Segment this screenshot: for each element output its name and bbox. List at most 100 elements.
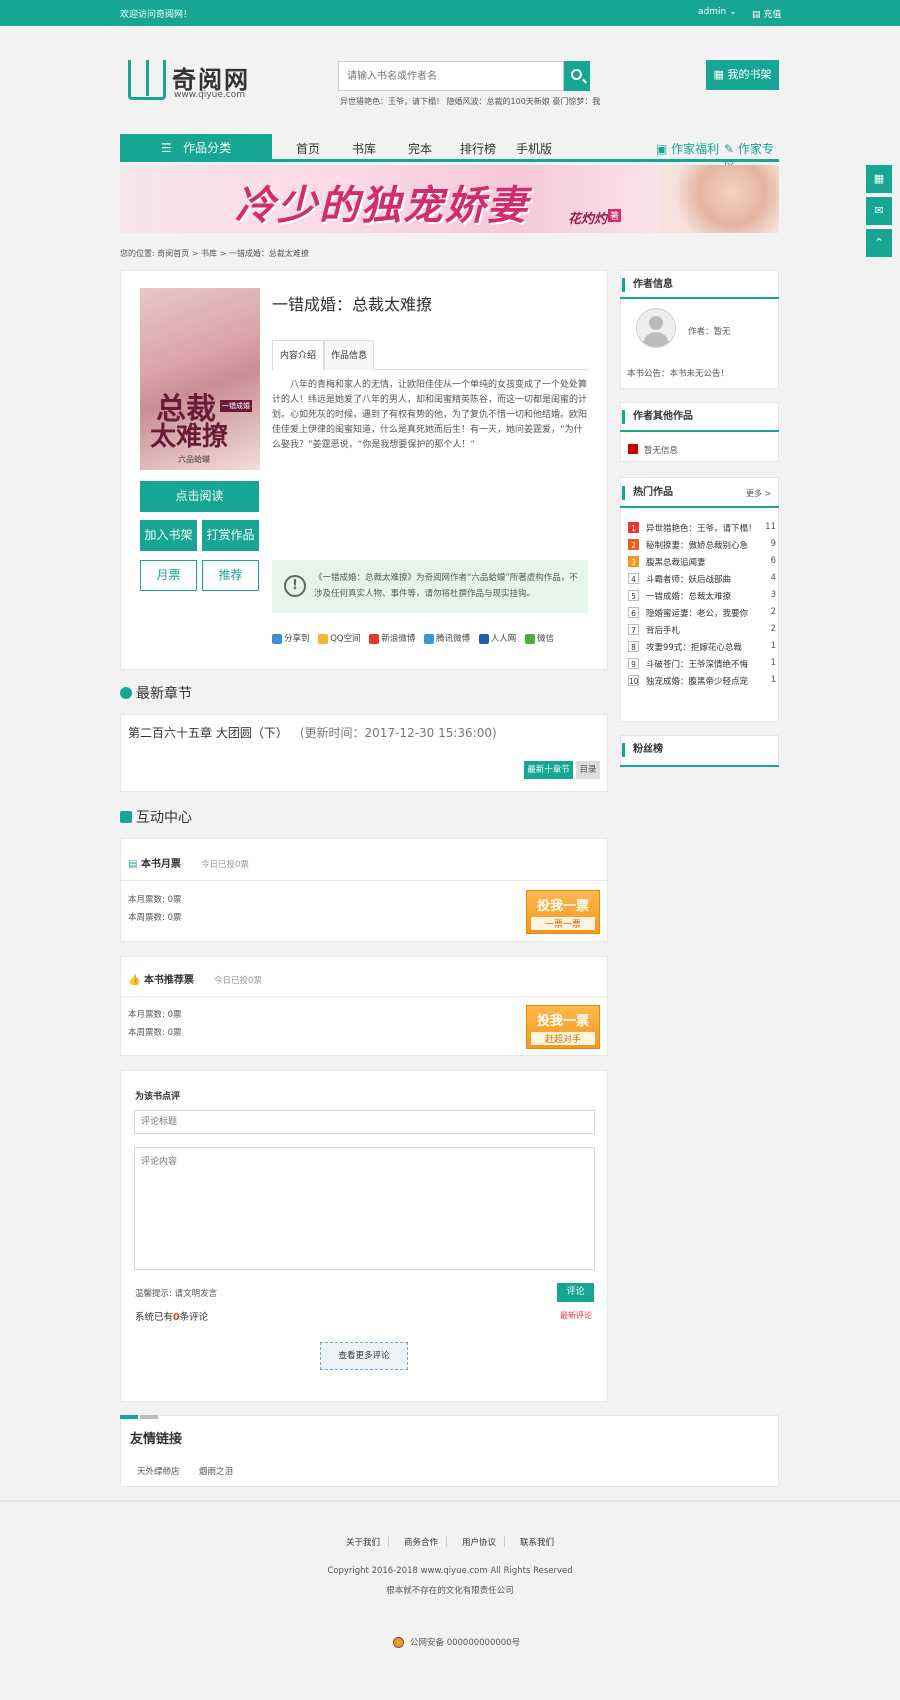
other-works-underline bbox=[620, 430, 779, 432]
shelf-icon: ▦ bbox=[713, 68, 724, 81]
hot-work-title[interactable]: 背后手札 bbox=[646, 624, 680, 636]
top-bar: 欢迎访问奇阅网！ admin ⌄ ▤ 充值 bbox=[0, 0, 900, 26]
hot-work-count: 2 bbox=[770, 607, 776, 617]
nav-ranking[interactable]: 排行榜 bbox=[460, 140, 496, 157]
notice-text: 《一错成婚：总裁太难撩》为奇阅网作者“六品蛤蟆”所著虚构作品，不涉及任何真实人物… bbox=[314, 573, 578, 599]
author-info-title: 作者信息 bbox=[622, 278, 673, 292]
comment-total: 系统已有0条评论 bbox=[135, 1312, 209, 1323]
gift-icon: ▣ bbox=[656, 142, 668, 156]
tab-info[interactable]: 作品信息 bbox=[324, 340, 374, 370]
hot-work-count: 2 bbox=[770, 624, 776, 634]
rank-number: 2 bbox=[628, 539, 639, 550]
hot-work-count: 6 bbox=[770, 556, 776, 566]
reward-button[interactable]: 打赏作品 bbox=[202, 520, 259, 551]
share-renren[interactable]: 人人网 bbox=[478, 633, 516, 644]
tab-intro[interactable]: 内容介绍 bbox=[272, 340, 324, 370]
friend-link-2[interactable]: 烟雨之泪 bbox=[199, 1465, 233, 1477]
rank-number: 7 bbox=[628, 624, 639, 635]
comment-title-input[interactable] bbox=[134, 1110, 595, 1134]
footer-sep bbox=[388, 1536, 389, 1547]
hot-search-links[interactable]: 异世猎艳色：王爷，请下榻！ 隐婚风波：总裁的100天新娘 豪门惊梦：我 bbox=[340, 96, 600, 107]
recharge-link[interactable]: ▤ 充值 bbox=[752, 7, 781, 20]
hot-work-title[interactable]: 斗霸者师：妖后战部曲 bbox=[646, 573, 731, 585]
table-of-contents-button[interactable]: 目录 bbox=[576, 761, 600, 779]
latest-comments-link[interactable]: 最新评论 bbox=[560, 1310, 592, 1321]
read-button[interactable]: 点击阅读 bbox=[140, 481, 259, 512]
hot-works-row[interactable]: 8 攻妻99式：拒嫁花心总裁 1 bbox=[628, 639, 776, 656]
more-comments-button[interactable]: 查看更多评论 bbox=[320, 1342, 408, 1370]
qrcode-float-button[interactable]: ▦ bbox=[866, 165, 892, 193]
friend-link-1[interactable]: 天外缥缈店 bbox=[137, 1465, 180, 1477]
comment-form-label: 为该书点评 bbox=[135, 1092, 181, 1102]
hot-work-title[interactable]: 斗破苍门：王爷深情绝不悔 bbox=[646, 658, 748, 670]
add-shelf-button[interactable]: 加入书架 bbox=[140, 520, 197, 551]
recommend-today: 今日已投0票 bbox=[213, 976, 262, 986]
hot-work-title[interactable]: 秘制撩妻：傲娇总裁别心急 bbox=[646, 539, 748, 551]
search-button[interactable] bbox=[564, 61, 590, 91]
weibo-icon bbox=[369, 633, 380, 644]
hot-works-row[interactable]: 9 斗破苍门：王爷深情绝不悔 1 bbox=[628, 656, 776, 673]
hot-work-title[interactable]: 腹黑总裁追闻妻 bbox=[646, 556, 706, 568]
hot-works-row[interactable]: 6 隐婚蜜运妻：老公，我要你 2 bbox=[628, 605, 776, 622]
hot-works-row[interactable]: 1 异世猎艳色：王爷，请下榻！ 11 bbox=[628, 520, 776, 537]
feedback-float-button[interactable]: ✉ bbox=[866, 197, 892, 225]
hot-work-title[interactable]: 异世猎艳色：王爷，请下榻！ bbox=[646, 522, 757, 534]
search-icon bbox=[571, 69, 582, 80]
nav-author-welfare[interactable]: ▣ 作家福利 bbox=[656, 140, 719, 157]
footer-business[interactable]: 商务合作 bbox=[404, 1536, 438, 1548]
banner-illustration bbox=[660, 165, 779, 233]
nav-mobile[interactable]: 手机版 bbox=[516, 140, 552, 157]
hot-works-row[interactable]: 10 独宠成婚：腹黑帝少轻点宠 1 bbox=[628, 673, 776, 690]
recommend-button[interactable]: 推荐 bbox=[202, 560, 259, 591]
footer-police-record[interactable]: 公网安备 000000000000号 bbox=[393, 1636, 520, 1648]
latest-chapter-link[interactable]: 第二百六十五章 大团圆（下） bbox=[128, 726, 288, 740]
latest-ten-chapters-button[interactable]: 最新十章节 bbox=[524, 761, 573, 779]
breadcrumb[interactable]: 您的位置: 奇阅首页 > 书库 > 一错成婚：总裁太难撩 bbox=[120, 248, 309, 259]
latest-chapter-heading: 最新章节 bbox=[120, 683, 192, 703]
share-wechat[interactable]: 微信 bbox=[524, 633, 554, 644]
my-shelf-button[interactable]: ▦ 我的书架 bbox=[706, 60, 779, 90]
submit-comment-button[interactable]: 评论 bbox=[557, 1283, 594, 1302]
back-to-top-button[interactable]: ⌃ bbox=[866, 229, 892, 257]
category-menu[interactable]: ☰ 作品分类 bbox=[120, 134, 272, 162]
book-cover[interactable]: 一错成婚 总裁 太难撩 六品蛤蟆 bbox=[140, 288, 260, 470]
hot-works-row[interactable]: 2 秘制撩妻：傲娇总裁别心急 9 bbox=[628, 537, 776, 554]
update-time: (更新时间：2017-12-30 15:36:00) bbox=[299, 726, 497, 740]
nav-completed[interactable]: 完本 bbox=[408, 140, 432, 157]
share-weibo[interactable]: 新浪微博 bbox=[369, 633, 415, 644]
nav-library[interactable]: 书库 bbox=[352, 140, 376, 157]
hot-works-row[interactable]: 5 一错成婚：总裁太难撩 3 bbox=[628, 588, 776, 605]
hot-work-title[interactable]: 攻妻99式：拒嫁花心总裁 bbox=[646, 641, 742, 653]
other-works-item[interactable]: 暂无信息 bbox=[644, 444, 678, 456]
hot-works-row[interactable]: 4 斗霸者师：妖后战部曲 4 bbox=[628, 571, 776, 588]
author-icon: ✎ bbox=[724, 142, 735, 156]
hot-work-title[interactable]: 一错成婚：总裁太难撩 bbox=[646, 590, 731, 602]
hot-works-row[interactable]: 7 背后手札 2 bbox=[628, 622, 776, 639]
hot-works-more-link[interactable]: 更多 > bbox=[746, 488, 771, 499]
vote-monthly-sub: 一票一票 bbox=[531, 917, 595, 930]
footer-agreement[interactable]: 用户协议 bbox=[462, 1536, 496, 1548]
logo-book-icon[interactable] bbox=[128, 60, 166, 100]
vote-recommend-button[interactable]: 投我一票 赶超对手 bbox=[526, 1005, 600, 1049]
promo-banner[interactable]: 冷少的独宠娇妻 花灼灼 著 bbox=[120, 165, 779, 233]
chevron-up-icon: ⌃ bbox=[874, 236, 884, 249]
monthly-ticket-button[interactable]: 月票 bbox=[140, 560, 197, 591]
footer-about[interactable]: 关于我们 bbox=[346, 1536, 380, 1548]
banner-author-tag: 著 bbox=[608, 209, 622, 222]
vote-monthly-button[interactable]: 投我一票 一票一票 bbox=[526, 890, 600, 934]
hot-work-count: 1 bbox=[770, 675, 776, 685]
user-menu[interactable]: admin ⌄ bbox=[698, 7, 737, 17]
hot-work-title[interactable]: 独宠成婚：腹黑帝少轻点宠 bbox=[646, 675, 748, 687]
hot-work-title[interactable]: 隐婚蜜运妻：老公，我要你 bbox=[646, 607, 748, 619]
search-input[interactable] bbox=[339, 62, 563, 90]
monthly-month-count: 本月票数: 0票 bbox=[128, 895, 182, 905]
rank-number: 9 bbox=[628, 658, 639, 669]
share-qzone[interactable]: QQ空间 bbox=[318, 633, 361, 644]
nav-home[interactable]: 首页 bbox=[296, 140, 320, 157]
alert-icon: ! bbox=[284, 575, 306, 597]
hot-works-row[interactable]: 3 腹黑总裁追闻妻 6 bbox=[628, 554, 776, 571]
footer-contact[interactable]: 联系我们 bbox=[520, 1536, 554, 1548]
share-tencent-weibo[interactable]: 腾讯微博 bbox=[424, 633, 470, 644]
comment-content-input[interactable] bbox=[134, 1147, 595, 1270]
author-notice: 本书公告：本书未无公告！ bbox=[627, 369, 730, 379]
